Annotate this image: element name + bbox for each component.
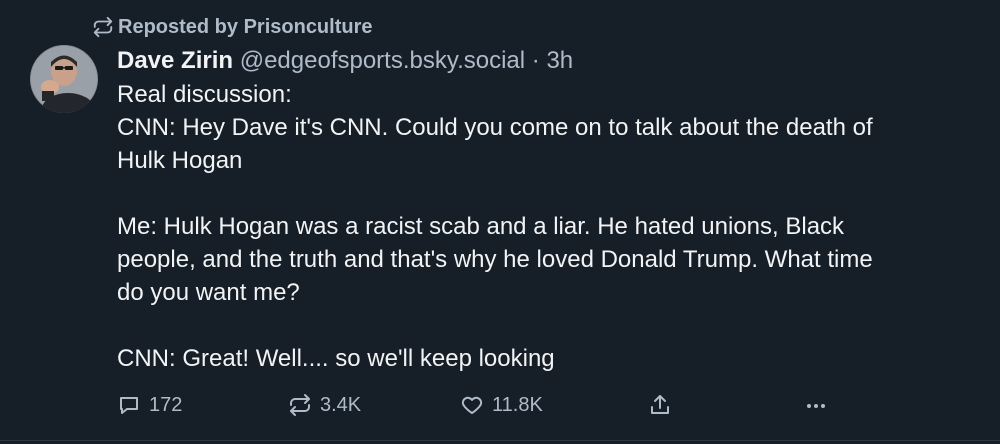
avatar[interactable]	[30, 45, 98, 113]
post-content: Dave Zirin @edgeofsports.bsky.social · 3…	[117, 44, 977, 375]
heart-icon	[460, 393, 484, 417]
share-button[interactable]	[648, 390, 680, 420]
post[interactable]: Reposted by Prisonculture Dave Zirin @ed…	[0, 0, 1000, 444]
repost-label: Reposted by Prisonculture	[118, 15, 373, 38]
repost-icon	[288, 393, 312, 417]
share-icon	[648, 393, 672, 417]
post-header: Dave Zirin @edgeofsports.bsky.social · 3…	[117, 44, 977, 78]
reply-count: 172	[149, 393, 183, 416]
post-text: Real discussion: CNN: Hey Dave it's CNN.…	[117, 81, 873, 372]
header-separator: ·	[531, 47, 540, 74]
repost-indicator[interactable]: Reposted by Prisonculture	[92, 14, 373, 40]
repost-count: 3.4K	[320, 393, 362, 416]
more-icon	[804, 393, 828, 417]
more-options-button[interactable]	[804, 390, 836, 420]
post-actions: 172 3.4K 11.8K	[117, 390, 837, 420]
post-divider	[0, 440, 1000, 441]
like-button[interactable]: 11.8K	[460, 390, 543, 420]
reply-icon	[117, 393, 141, 417]
author-display-name[interactable]: Dave Zirin	[117, 47, 233, 74]
author-handle[interactable]: @edgeofsports.bsky.social	[240, 47, 525, 74]
reply-button[interactable]: 172	[117, 390, 182, 420]
repost-icon	[92, 16, 114, 38]
repost-button[interactable]: 3.4K	[288, 390, 361, 420]
like-count: 11.8K	[492, 393, 543, 416]
post-timestamp[interactable]: 3h	[546, 47, 573, 74]
